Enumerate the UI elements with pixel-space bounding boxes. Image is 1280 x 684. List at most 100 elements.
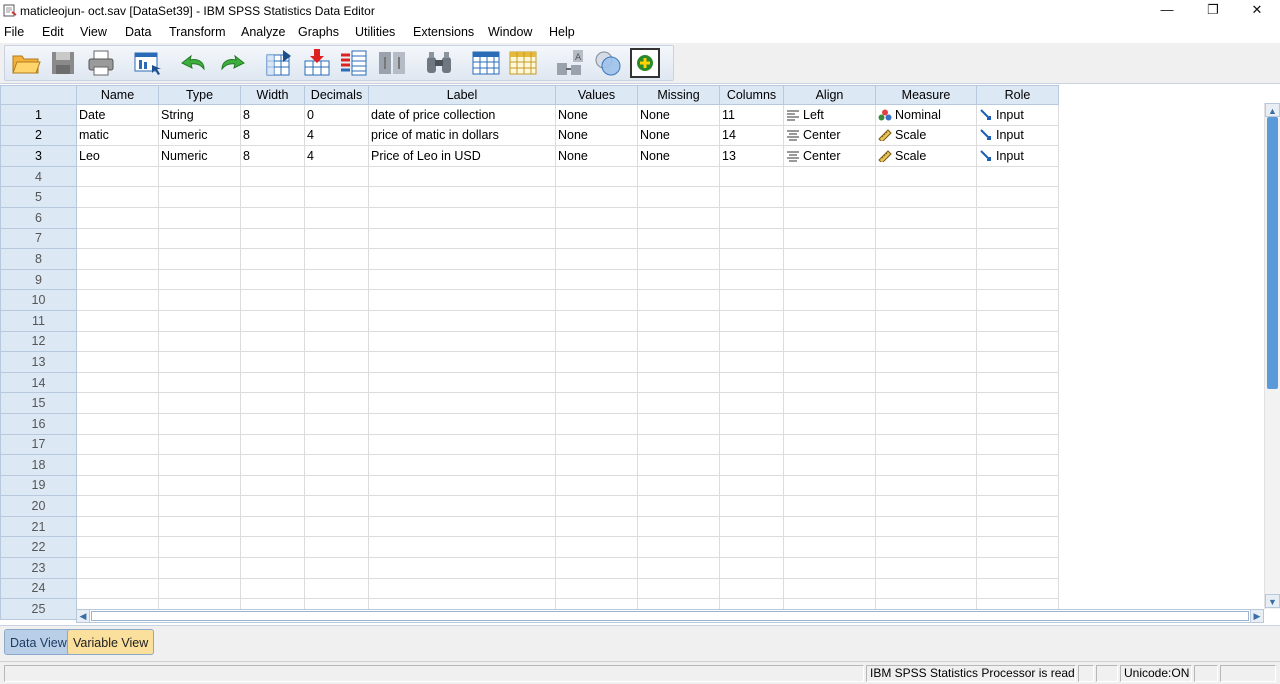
cell-measure[interactable]	[875, 495, 977, 517]
cell-decimals[interactable]	[304, 578, 369, 600]
cell-values[interactable]	[555, 289, 638, 311]
print-icon[interactable]	[85, 47, 117, 79]
cell-width[interactable]	[240, 454, 305, 476]
cell-measure[interactable]	[875, 454, 977, 476]
menu-view[interactable]: View	[80, 25, 107, 39]
cell-label[interactable]	[368, 413, 556, 435]
row-number[interactable]: 7	[0, 227, 77, 250]
cell-label[interactable]	[368, 475, 556, 497]
cell-columns[interactable]	[719, 495, 784, 517]
cell-columns[interactable]	[719, 516, 784, 538]
cell-role[interactable]	[976, 289, 1059, 311]
cell-name[interactable]	[76, 310, 159, 332]
cell-type[interactable]	[158, 578, 241, 600]
cell-decimals[interactable]	[304, 516, 369, 538]
cell-align[interactable]	[783, 475, 876, 497]
cell-type[interactable]	[158, 372, 241, 394]
cell-type[interactable]	[158, 186, 241, 208]
row-number[interactable]: 8	[0, 248, 77, 270]
row-number[interactable]: 20	[0, 495, 77, 517]
cell-name[interactable]	[76, 557, 159, 579]
cell-columns[interactable]	[719, 434, 784, 456]
cell-label[interactable]: Price of Leo in USD	[368, 145, 556, 167]
cell-type[interactable]	[158, 475, 241, 497]
column-header-decimals[interactable]: Decimals	[304, 85, 369, 105]
cell-role[interactable]	[976, 495, 1059, 517]
cell-decimals[interactable]	[304, 331, 369, 353]
cell-missing[interactable]	[637, 578, 720, 600]
row-number[interactable]: 19	[0, 474, 77, 497]
row-number[interactable]: 10	[0, 289, 77, 311]
cell-width[interactable]	[240, 413, 305, 435]
cell-columns[interactable]	[719, 186, 784, 208]
cell-align[interactable]	[783, 392, 876, 414]
row-number[interactable]: 21	[0, 515, 77, 538]
cell-role[interactable]	[976, 186, 1059, 208]
cell-columns[interactable]	[719, 351, 784, 373]
horizontal-scrollbar[interactable]: ◀ ▶	[76, 609, 1264, 623]
cell-missing[interactable]	[637, 475, 720, 497]
cell-measure[interactable]	[875, 372, 977, 394]
cell-decimals[interactable]	[304, 269, 369, 291]
cell-role[interactable]	[976, 516, 1059, 538]
cell-width[interactable]: 8	[240, 104, 305, 126]
cell-name[interactable]	[76, 536, 159, 559]
cell-width[interactable]	[240, 207, 305, 229]
column-header-measure[interactable]: Measure	[875, 85, 977, 105]
vertical-scroll-thumb[interactable]	[1267, 117, 1278, 389]
cell-type[interactable]	[158, 228, 241, 250]
select-cases-icon[interactable]: A	[554, 47, 586, 79]
cell-values[interactable]	[555, 166, 638, 188]
cell-decimals[interactable]: 4	[304, 125, 369, 147]
cell-type[interactable]	[158, 392, 241, 414]
cell-missing[interactable]	[637, 454, 720, 476]
row-number[interactable]: 12	[0, 330, 77, 353]
column-header-type[interactable]: Type	[158, 85, 241, 105]
cell-width[interactable]	[240, 186, 305, 208]
cell-align[interactable]	[783, 578, 876, 600]
cell-label[interactable]	[368, 248, 556, 270]
cell-align[interactable]	[783, 331, 876, 353]
cell-label[interactable]	[368, 495, 556, 517]
cell-missing[interactable]: None	[637, 104, 720, 126]
cell-type[interactable]	[158, 454, 241, 476]
cell-width[interactable]	[240, 372, 305, 394]
cell-role[interactable]	[976, 166, 1059, 188]
cell-role[interactable]	[976, 413, 1059, 435]
cell-missing[interactable]: None	[637, 125, 720, 147]
cell-missing[interactable]	[637, 372, 720, 394]
minimize-button[interactable]: —	[1144, 0, 1190, 21]
row-number[interactable]: 4	[0, 165, 77, 188]
cell-name[interactable]	[76, 269, 159, 291]
save-icon[interactable]	[47, 47, 79, 79]
open-folder-icon[interactable]	[10, 47, 42, 79]
cell-align[interactable]	[783, 434, 876, 456]
cell-columns[interactable]	[719, 392, 784, 414]
cell-role[interactable]	[976, 475, 1059, 497]
menu-extensions[interactable]: Extensions	[413, 25, 474, 39]
menu-window[interactable]: Window	[488, 25, 532, 39]
scroll-left-icon[interactable]: ◀	[76, 609, 90, 623]
cell-measure[interactable]	[875, 578, 977, 600]
cell-role[interactable]	[976, 454, 1059, 476]
cell-columns[interactable]	[719, 536, 784, 559]
cell-measure[interactable]	[875, 475, 977, 497]
cell-missing[interactable]	[637, 495, 720, 517]
cell-width[interactable]: 8	[240, 145, 305, 167]
cell-columns[interactable]	[719, 413, 784, 435]
cell-type[interactable]: Numeric	[158, 145, 241, 167]
cell-width[interactable]	[240, 351, 305, 373]
cell-align[interactable]: Left	[783, 104, 876, 126]
cell-name[interactable]	[76, 166, 159, 188]
cell-name[interactable]	[76, 186, 159, 208]
cell-measure[interactable]	[875, 289, 977, 311]
cell-measure[interactable]	[875, 310, 977, 332]
cell-missing[interactable]	[637, 269, 720, 291]
cell-width[interactable]	[240, 495, 305, 517]
cell-name[interactable]	[76, 392, 159, 414]
cell-values[interactable]: None	[555, 145, 638, 167]
cell-label[interactable]	[368, 536, 556, 559]
goto-variable-icon[interactable]	[301, 47, 333, 79]
cell-align[interactable]: Center	[783, 145, 876, 167]
cell-decimals[interactable]	[304, 372, 369, 394]
